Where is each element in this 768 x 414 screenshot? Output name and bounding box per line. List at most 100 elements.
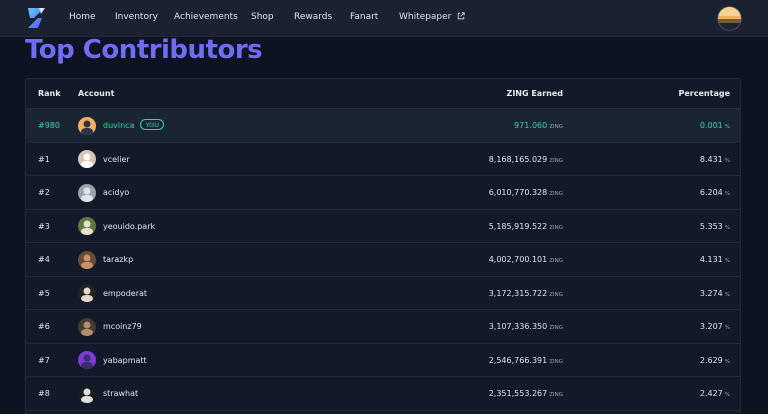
percentage-unit: % xyxy=(724,358,730,365)
row-account[interactable]: strawhat xyxy=(103,377,138,411)
nav-achievements[interactable]: Achievements xyxy=(174,12,238,22)
row-account[interactable]: empoderat xyxy=(103,277,147,311)
nav-inventory[interactable]: Inventory xyxy=(115,12,158,22)
account-name[interactable]: mcoinz79 xyxy=(103,322,142,331)
row-rank: #3 xyxy=(38,221,50,231)
row-account[interactable]: duvinca YOU xyxy=(103,109,164,143)
row-zing-earned: 2,546,766.391 ZING xyxy=(489,344,563,378)
earned-value: 5,185,919.522 xyxy=(488,221,548,231)
earned-unit: ZING xyxy=(549,392,563,398)
header-percentage: Percentage xyxy=(678,89,730,98)
percentage-value: 2.427 xyxy=(699,389,723,398)
percentage-unit: % xyxy=(724,325,730,331)
row-account[interactable]: tarazkp xyxy=(103,243,133,277)
earned-unit: ZING xyxy=(549,124,563,130)
earned-unit: ZING xyxy=(549,224,563,231)
nav-home[interactable]: Home xyxy=(69,12,96,22)
zing-logo-icon[interactable] xyxy=(25,6,47,30)
row-rank: #6 xyxy=(38,322,50,331)
percentage-unit: % xyxy=(724,392,730,398)
earned-value: 2,351,553.267 xyxy=(488,389,548,398)
account-avatar[interactable] xyxy=(78,116,96,135)
account-avatar[interactable] xyxy=(78,351,96,369)
nav-rewards[interactable]: Rewards xyxy=(294,12,332,22)
external-link-icon xyxy=(458,12,465,20)
percentage-unit: % xyxy=(724,124,730,130)
row-zing-earned: 3,107,336.350 ZING xyxy=(489,310,563,344)
earned-unit: ZING xyxy=(549,191,563,197)
table-row[interactable]: #5 empoderat 3,172,315.722 ZING 3.274% xyxy=(26,277,740,311)
header-zing-earned: ZING Earned xyxy=(506,89,563,98)
account-name[interactable]: yeouido.park xyxy=(103,222,155,231)
account-name[interactable]: strawhat xyxy=(103,389,138,398)
account-name[interactable]: vcelier xyxy=(103,155,130,164)
table-row[interactable]: #4 tarazkp 4,002,700.101 ZING 4.131% xyxy=(26,243,740,277)
page-title: Top Contributors xyxy=(25,35,263,65)
earned-value: 8,168,165.029 xyxy=(488,154,548,164)
percentage-unit: % xyxy=(724,291,730,298)
row-account[interactable]: acidyo xyxy=(103,176,129,210)
nav-shop[interactable]: Shop xyxy=(251,12,274,22)
contributors-table: Rank Account ZING Earned Percentage #980… xyxy=(25,78,741,414)
table-row[interactable]: #3 yeouido.park 5,185,919.522 ZING 5.353% xyxy=(26,210,740,244)
table-row[interactable]: #7 yabapmatt 2,546,766.391 ZING 2.629% xyxy=(26,344,740,378)
row-zing-earned: 971.060 ZING xyxy=(514,109,563,143)
earned-value: 2,546,766.391 xyxy=(488,355,548,365)
header-account: Account xyxy=(78,89,115,98)
account-avatar[interactable] xyxy=(78,384,96,403)
account-name[interactable]: empoderat xyxy=(103,289,147,298)
row-account[interactable]: yabapmatt xyxy=(103,344,147,378)
earned-unit: ZING xyxy=(549,258,563,264)
account-name[interactable]: duvinca xyxy=(103,121,134,130)
row-percentage: 4.131% xyxy=(700,243,730,277)
percentage-value: 3.274 xyxy=(699,288,723,298)
percentage-unit: % xyxy=(724,224,730,231)
account-name[interactable]: tarazkp xyxy=(103,255,133,264)
account-name[interactable]: acidyo xyxy=(103,188,129,197)
account-name[interactable]: yabapmatt xyxy=(103,356,147,365)
table-row[interactable]: #2 acidyo 6,010,770.328 ZING 6.204% xyxy=(26,176,740,210)
row-rank: #5 xyxy=(38,288,50,298)
row-account[interactable]: mcoinz79 xyxy=(103,310,142,344)
earned-value: 6,010,770.328 xyxy=(488,188,548,197)
row-rank: #1 xyxy=(38,154,50,164)
nav-fanart[interactable]: Fanart xyxy=(350,12,378,22)
percentage-value: 8.431 xyxy=(699,154,723,164)
account-avatar[interactable] xyxy=(78,183,96,202)
user-avatar[interactable] xyxy=(718,7,741,30)
row-percentage: 2.629% xyxy=(700,344,730,378)
row-account[interactable]: yeouido.park xyxy=(103,210,155,244)
row-zing-earned: 2,351,553.267 ZING xyxy=(489,377,563,411)
row-rank: #2 xyxy=(38,188,50,197)
account-avatar[interactable] xyxy=(78,150,96,168)
percentage-value: 6.204 xyxy=(699,188,723,197)
row-percentage: 2.427% xyxy=(700,377,730,411)
percentage-value: 5.353 xyxy=(699,221,723,231)
row-zing-earned: 6,010,770.328 ZING xyxy=(489,176,563,210)
percentage-value: 4.131 xyxy=(699,255,723,264)
row-rank: #4 xyxy=(38,255,50,264)
account-avatar[interactable] xyxy=(78,317,96,336)
table-row[interactable]: #6 mcoinz79 3,107,336.350 ZING 3.207% xyxy=(26,310,740,344)
row-zing-earned: 3,172,315.722 ZING xyxy=(489,277,563,311)
earned-unit: ZING xyxy=(549,325,563,331)
percentage-unit: % xyxy=(724,157,730,164)
account-avatar[interactable] xyxy=(78,217,96,235)
table-row[interactable]: #8 strawhat 2,351,553.267 ZING 2.427% xyxy=(26,377,740,411)
account-avatar[interactable] xyxy=(78,284,96,302)
percentage-value: 3.207 xyxy=(699,322,723,331)
account-avatar[interactable] xyxy=(78,250,96,269)
table-row-current-user[interactable]: #980 duvinca YOU 971.060 ZING 0.001% xyxy=(26,109,740,143)
percentage-value: 2.629 xyxy=(699,355,723,365)
row-account[interactable]: vcelier xyxy=(103,143,130,177)
row-percentage: 3.207% xyxy=(700,310,730,344)
nav-whitepaper[interactable]: Whitepaper xyxy=(399,12,465,22)
row-rank: #7 xyxy=(38,355,50,365)
row-zing-earned: 4,002,700.101 ZING xyxy=(489,243,563,277)
row-percentage: 3.274% xyxy=(700,277,730,311)
row-rank: #8 xyxy=(38,389,50,398)
earned-unit: ZING xyxy=(549,291,563,298)
earned-value: 971.060 xyxy=(514,121,548,130)
table-row[interactable]: #1 vcelier 8,168,165.029 ZING 8.431% xyxy=(26,143,740,177)
earned-value: 4,002,700.101 xyxy=(488,255,548,264)
